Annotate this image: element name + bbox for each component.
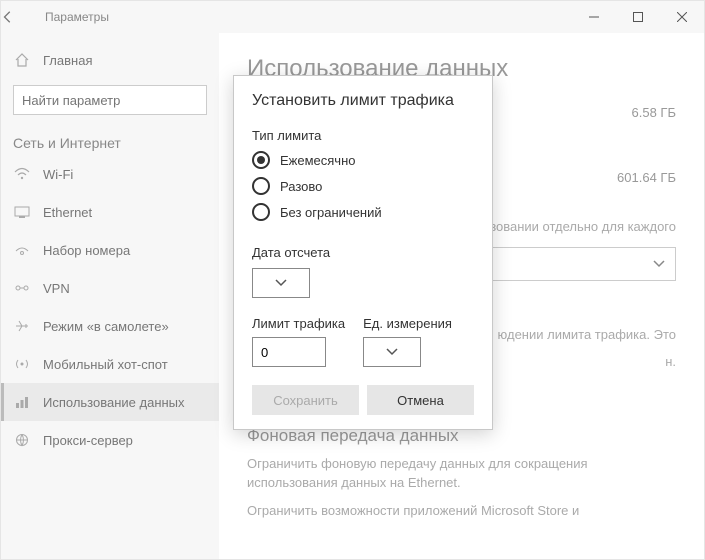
radio-onetime[interactable]: Разово: [252, 177, 474, 195]
set-data-limit-dialog: Установить лимит трафика Тип лимита Ежем…: [233, 75, 493, 430]
radio-label: Разово: [280, 179, 322, 194]
chevron-down-icon: [653, 260, 665, 268]
sidebar-item-wifi[interactable]: Wi-Fi: [1, 155, 219, 193]
unit-label: Ед. измерения: [363, 316, 452, 331]
maximize-button[interactable]: [616, 1, 660, 33]
data-usage-icon: [13, 395, 31, 409]
background-data-text1: Ограничить фоновую передачу данных для с…: [247, 454, 676, 493]
sidebar-item-label: Режим «в самолете»: [43, 319, 169, 334]
background-data-text2: Ограничить возможности приложений Micros…: [247, 501, 676, 521]
sidebar-item-label: Ethernet: [43, 205, 92, 220]
usage-value-2: 601.64 ГБ: [617, 170, 676, 185]
dialog-title: Установить лимит трафика: [252, 92, 474, 110]
radio-icon: [252, 203, 270, 221]
radio-label: Ежемесячно: [280, 153, 356, 168]
search-container: [13, 85, 207, 115]
sidebar-item-label: VPN: [43, 281, 70, 296]
home-icon: [13, 52, 31, 68]
vpn-icon: [13, 281, 31, 295]
back-button[interactable]: [1, 10, 45, 24]
unit-dropdown[interactable]: [363, 337, 421, 367]
proxy-icon: [13, 433, 31, 447]
search-input[interactable]: [13, 85, 207, 115]
sidebar-home-label: Главная: [43, 53, 92, 68]
radio-unlimited[interactable]: Без ограничений: [252, 203, 474, 221]
sidebar-item-data-usage[interactable]: Использование данных: [1, 383, 219, 421]
usage-value-1: 6.58 ГБ: [632, 105, 676, 120]
radio-icon: [252, 177, 270, 195]
sidebar-item-vpn[interactable]: VPN: [1, 269, 219, 307]
close-button[interactable]: [660, 1, 704, 33]
sidebar-item-label: Прокси-сервер: [43, 433, 133, 448]
sidebar-item-label: Wi-Fi: [43, 167, 73, 182]
titlebar: Параметры: [1, 1, 704, 33]
chevron-down-icon: [275, 279, 287, 287]
sidebar: Главная Сеть и Интернет Wi-Fi Ethernet Н…: [1, 33, 219, 559]
window-title: Параметры: [45, 10, 109, 24]
sidebar-home[interactable]: Главная: [1, 41, 219, 79]
sidebar-item-proxy[interactable]: Прокси-сервер: [1, 421, 219, 459]
radio-label: Без ограничений: [280, 205, 382, 220]
save-button[interactable]: Сохранить: [252, 385, 359, 415]
sidebar-item-airplane[interactable]: Режим «в самолете»: [1, 307, 219, 345]
ethernet-icon: [13, 205, 31, 219]
sidebar-item-ethernet[interactable]: Ethernet: [1, 193, 219, 231]
sidebar-item-label: Набор номера: [43, 243, 130, 258]
sidebar-item-hotspot[interactable]: Мобильный хот-спот: [1, 345, 219, 383]
minimize-button[interactable]: [572, 1, 616, 33]
sidebar-section-heading: Сеть и Интернет: [1, 129, 219, 155]
reset-date-label: Дата отсчета: [252, 245, 474, 260]
wifi-icon: [13, 167, 31, 181]
sidebar-item-label: Мобильный хот-спот: [43, 357, 168, 372]
radio-icon: [252, 151, 270, 169]
cancel-button[interactable]: Отмена: [367, 385, 474, 415]
radio-monthly[interactable]: Ежемесячно: [252, 151, 474, 169]
sidebar-item-dialup[interactable]: Набор номера: [1, 231, 219, 269]
data-limit-input[interactable]: [252, 337, 326, 367]
chevron-down-icon: [386, 348, 398, 356]
limit-type-label: Тип лимита: [252, 128, 474, 143]
reset-date-dropdown[interactable]: [252, 268, 310, 298]
dialup-icon: [13, 243, 31, 257]
airplane-icon: [13, 319, 31, 333]
hotspot-icon: [13, 357, 31, 371]
data-limit-label: Лимит трафика: [252, 316, 345, 331]
sidebar-item-label: Использование данных: [43, 395, 185, 410]
